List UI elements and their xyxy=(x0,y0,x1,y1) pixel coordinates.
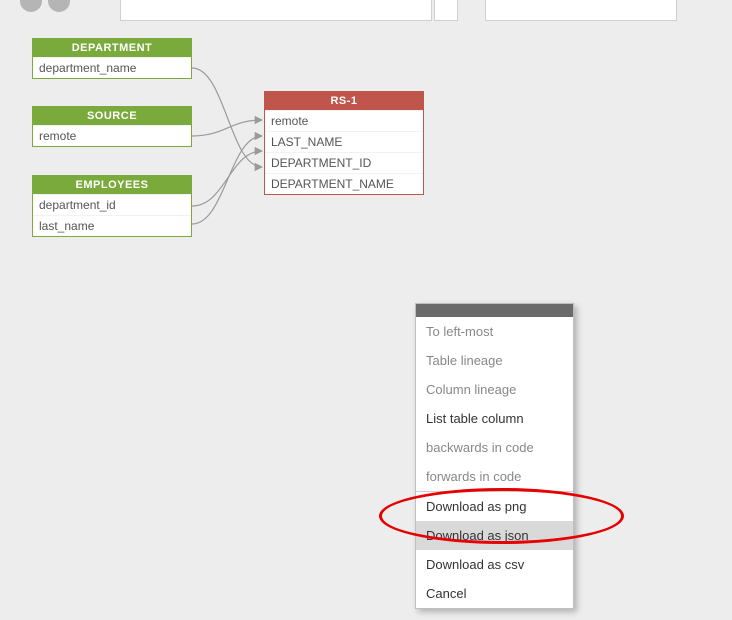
menu-item-download-csv[interactable]: Download as csv xyxy=(416,550,573,579)
table-column[interactable]: department_id xyxy=(33,194,191,215)
toolbar-button-2[interactable] xyxy=(48,0,70,12)
table-column[interactable]: LAST_NAME xyxy=(265,131,423,152)
menu-item-download-json[interactable]: Download as json xyxy=(416,521,573,550)
menu-item-download-png[interactable]: Download as png xyxy=(416,492,573,521)
table-header: DEPARTMENT xyxy=(33,39,191,57)
table-column[interactable]: DEPARTMENT_ID xyxy=(265,152,423,173)
table-source[interactable]: SOURCE remote xyxy=(32,106,192,147)
menu-item-to-left-most[interactable]: To left-most xyxy=(416,317,573,346)
table-column[interactable]: last_name xyxy=(33,215,191,236)
table-column[interactable]: department_name xyxy=(33,57,191,78)
table-employees[interactable]: EMPLOYEES department_id last_name xyxy=(32,175,192,237)
table-header: SOURCE xyxy=(33,107,191,125)
context-menu: To left-most Table lineage Column lineag… xyxy=(415,303,574,609)
table-rs1[interactable]: RS-1 remote LAST_NAME DEPARTMENT_ID DEPA… xyxy=(264,91,424,195)
menu-item-table-lineage[interactable]: Table lineage xyxy=(416,346,573,375)
table-column[interactable]: DEPARTMENT_NAME xyxy=(265,173,423,194)
table-header: EMPLOYEES xyxy=(33,176,191,194)
selector-input[interactable] xyxy=(485,0,677,21)
table-column[interactable]: remote xyxy=(265,110,423,131)
menu-item-forwards[interactable]: forwards in code xyxy=(416,462,573,491)
menu-item-cancel[interactable]: Cancel xyxy=(416,579,573,608)
search-button[interactable] xyxy=(434,0,458,21)
table-header: RS-1 xyxy=(265,92,423,110)
table-department[interactable]: DEPARTMENT department_name xyxy=(32,38,192,79)
table-column[interactable]: remote xyxy=(33,125,191,146)
menu-item-backwards[interactable]: backwards in code xyxy=(416,433,573,462)
toolbar-button-1[interactable] xyxy=(20,0,42,12)
search-input[interactable] xyxy=(120,0,432,21)
menu-titlebar[interactable] xyxy=(416,304,573,317)
menu-item-list-table-column[interactable]: List table column xyxy=(416,404,573,433)
menu-item-column-lineage[interactable]: Column lineage xyxy=(416,375,573,404)
